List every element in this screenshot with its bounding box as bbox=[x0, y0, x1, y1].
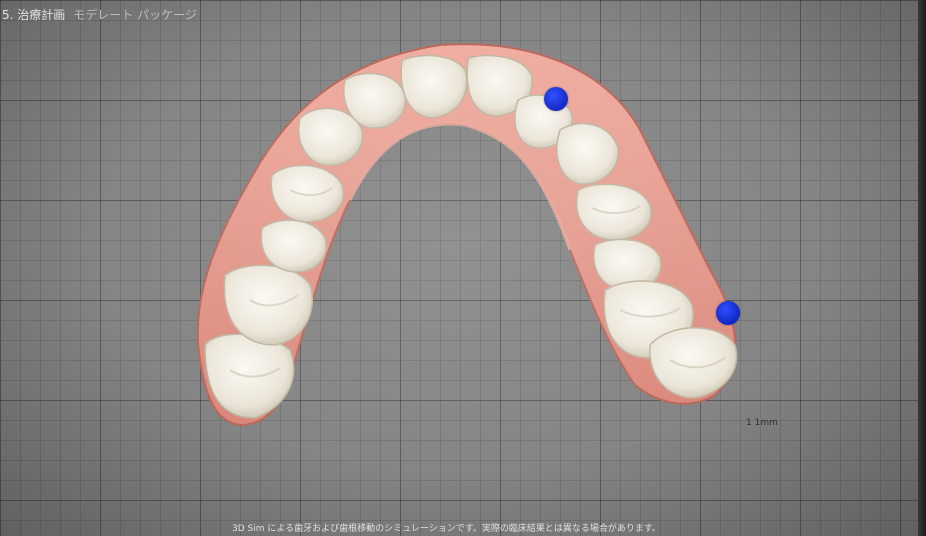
step-header: 5. 治療計画 モデレート パッケージ bbox=[2, 6, 197, 23]
dental-arch-model[interactable] bbox=[0, 0, 918, 536]
step-title: 5. 治療計画 bbox=[2, 8, 66, 22]
attachment-marker-upper[interactable] bbox=[544, 87, 568, 111]
scale-label: 1 1mm bbox=[746, 418, 778, 428]
screen-bezel bbox=[918, 0, 926, 536]
package-label: モデレート パッケージ bbox=[73, 8, 197, 22]
attachment-marker-right[interactable] bbox=[716, 301, 740, 325]
3d-viewport[interactable]: 5. 治療計画 モデレート パッケージ 1 1mm 3D Sim による歯牙および… bbox=[0, 0, 918, 536]
disclaimer-text: 3D Sim による歯牙および歯根移動のシミュレーションです。実際の臨床結果とは… bbox=[232, 524, 661, 534]
